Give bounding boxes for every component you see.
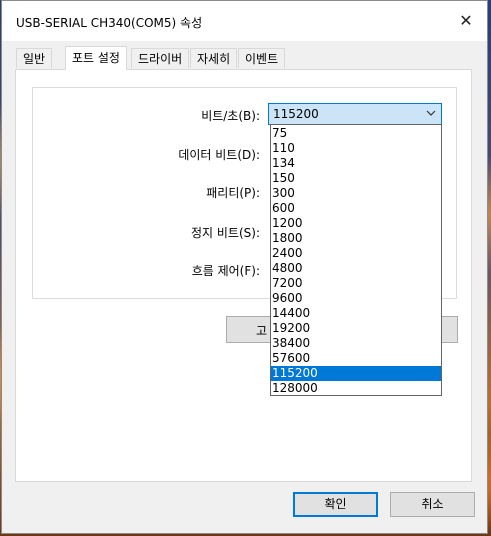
tab-general-label: 일반 xyxy=(23,52,46,66)
baud-rate-dropdown-list[interactable]: 75 110 134 150 300 600 1200 1800 2400 4800 7200 960… xyxy=(270,124,442,396)
baud-option[interactable]: 128000 xyxy=(271,381,441,396)
window-title: USB-SERIAL CH340(COM5) 속성 xyxy=(16,16,203,30)
baud-option[interactable]: 38400 xyxy=(271,336,441,351)
baud-option[interactable]: 57600 xyxy=(271,351,441,366)
chevron-down-icon xyxy=(426,110,436,116)
baud-option[interactable]: 300 xyxy=(271,186,441,201)
baud-option[interactable]: 115200 xyxy=(271,366,441,381)
stop-bits-label: 정지 비트(S): xyxy=(191,226,260,240)
parity-label: 패리티(P): xyxy=(206,186,260,200)
ok-button[interactable]: 확인 xyxy=(293,492,378,517)
baud-option[interactable]: 150 xyxy=(271,171,441,186)
baud-option[interactable]: 4800 xyxy=(271,261,441,276)
tab-details-label: 자세히 xyxy=(197,52,231,66)
baud-rate-select[interactable]: 115200 xyxy=(268,103,442,125)
restore-defaults-label: 고 xyxy=(256,324,268,338)
close-icon[interactable]: ✕ xyxy=(455,10,477,32)
baud-rate-label: 비트/초(B): xyxy=(201,109,260,123)
baud-option[interactable]: 14400 xyxy=(271,306,441,321)
tab-driver-label: 드라이버 xyxy=(138,52,183,66)
tab-events-label: 이벤트 xyxy=(245,52,279,66)
baud-option[interactable]: 2400 xyxy=(271,246,441,261)
tab-details[interactable]: 자세히 xyxy=(190,48,238,68)
baud-option[interactable]: 1200 xyxy=(271,216,441,231)
baud-option[interactable]: 110 xyxy=(271,141,441,156)
title-bar: USB-SERIAL CH340(COM5) 속성 ✕ xyxy=(2,1,487,41)
flow-control-label: 흐름 제어(F): xyxy=(191,264,260,278)
baud-rate-value: 115200 xyxy=(273,107,319,121)
baud-option[interactable]: 7200 xyxy=(271,276,441,291)
baud-option[interactable]: 9600 xyxy=(271,291,441,306)
baud-option[interactable]: 134 xyxy=(271,156,441,171)
tab-port-settings-label: 포트 설정 xyxy=(72,51,120,65)
cancel-button[interactable]: 취소 xyxy=(390,492,475,517)
baud-option[interactable]: 600 xyxy=(271,201,441,216)
baud-option[interactable]: 75 xyxy=(271,126,441,141)
tab-port-settings[interactable]: 포트 설정 xyxy=(65,46,127,70)
baud-option[interactable]: 19200 xyxy=(271,321,441,336)
tab-events[interactable]: 이벤트 xyxy=(238,48,286,68)
tab-general[interactable]: 일반 xyxy=(16,48,53,68)
baud-option[interactable]: 1800 xyxy=(271,231,441,246)
tab-driver[interactable]: 드라이버 xyxy=(131,48,190,68)
data-bits-label: 데이터 비트(D): xyxy=(178,148,260,162)
